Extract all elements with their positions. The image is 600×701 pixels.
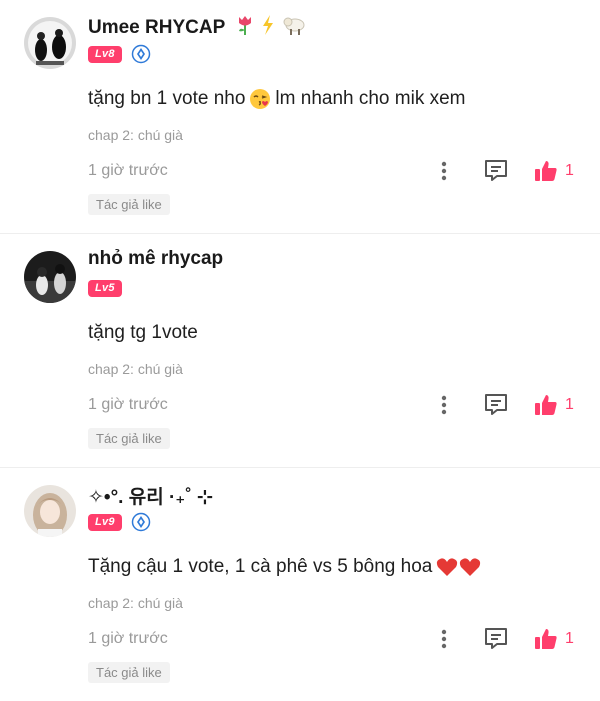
author-like-tag: Tác giả like xyxy=(88,194,170,215)
avatar[interactable] xyxy=(24,17,76,69)
like-button[interactable]: 1 xyxy=(534,392,574,418)
more-vertical-icon xyxy=(441,395,447,415)
timestamp: 1 giờ trước xyxy=(88,396,168,413)
reply-button[interactable] xyxy=(483,158,509,184)
like-count: 1 xyxy=(565,162,574,179)
author-like-tag: Tác giả like xyxy=(88,662,170,683)
sheep-icon xyxy=(283,14,307,42)
avatar[interactable] xyxy=(24,251,76,303)
comment-text: Tặng cậu 1 vote, 1 cà phê vs 5 bông hoa xyxy=(88,556,486,578)
verified-icon xyxy=(131,44,151,64)
kiss-face-icon xyxy=(249,88,271,110)
chapter-label: chap 2: chú già xyxy=(88,361,183,377)
comment-item: ✧•°. 유리 ·₊˚ ⊹ Lv9 Tặng cậu 1 vote, 1 cà … xyxy=(0,467,600,701)
author-like-tag: Tác giả like xyxy=(88,428,170,449)
level-badge: Lv8 xyxy=(88,45,122,63)
level-badge: Lv9 xyxy=(88,513,122,531)
comment-icon xyxy=(485,160,507,181)
chapter-label: chap 2: chú già xyxy=(88,127,183,143)
comment-item: nhỏ mê rhycap Lv5 tặng tg 1vote chap 2: … xyxy=(0,233,600,467)
more-options-button[interactable] xyxy=(434,626,454,652)
timestamp: 1 giờ trước xyxy=(88,162,168,179)
username[interactable]: ✧•°. 유리 ·₊˚ ⊹ xyxy=(88,482,213,509)
more-options-button[interactable] xyxy=(434,392,454,418)
comment-icon xyxy=(485,628,507,649)
username-text: Umee RHYCAP xyxy=(88,17,225,38)
comment-text: tặng bn 1 vote nho lm nhanh cho mik xem xyxy=(88,88,466,110)
comment-text: tặng tg 1vote xyxy=(88,322,198,343)
chapter-label: chap 2: chú già xyxy=(88,595,183,611)
comment-icon xyxy=(485,394,507,415)
username[interactable]: nhỏ mê rhycap xyxy=(88,248,223,270)
thumbs-up-icon xyxy=(535,161,557,181)
like-count: 1 xyxy=(565,396,574,413)
more-options-button[interactable] xyxy=(434,158,454,184)
like-button[interactable]: 1 xyxy=(534,626,574,652)
thumbs-up-icon xyxy=(535,629,557,649)
username-text: ✧•°. 유리 ·₊˚ ⊹ xyxy=(88,487,213,508)
username-text: nhỏ mê rhycap xyxy=(88,248,224,269)
level-badge: Lv5 xyxy=(88,279,122,297)
timestamp: 1 giờ trước xyxy=(88,630,168,647)
thumbs-up-icon xyxy=(535,395,557,415)
lightning-icon xyxy=(261,14,275,42)
verified-icon xyxy=(131,512,151,532)
avatar[interactable] xyxy=(24,485,76,537)
like-button[interactable]: 1 xyxy=(534,158,574,184)
more-vertical-icon xyxy=(441,629,447,649)
username[interactable]: Umee RHYCAP xyxy=(88,14,307,42)
comment-item: Umee RHYCAP Lv8 tặng bn 1 vote nho lm nh… xyxy=(0,0,600,233)
like-count: 1 xyxy=(565,630,574,647)
more-vertical-icon xyxy=(441,161,447,181)
reply-button[interactable] xyxy=(483,626,509,652)
two-red-hearts-icon xyxy=(436,556,482,578)
tulip-icon xyxy=(236,14,254,42)
reply-button[interactable] xyxy=(483,392,509,418)
